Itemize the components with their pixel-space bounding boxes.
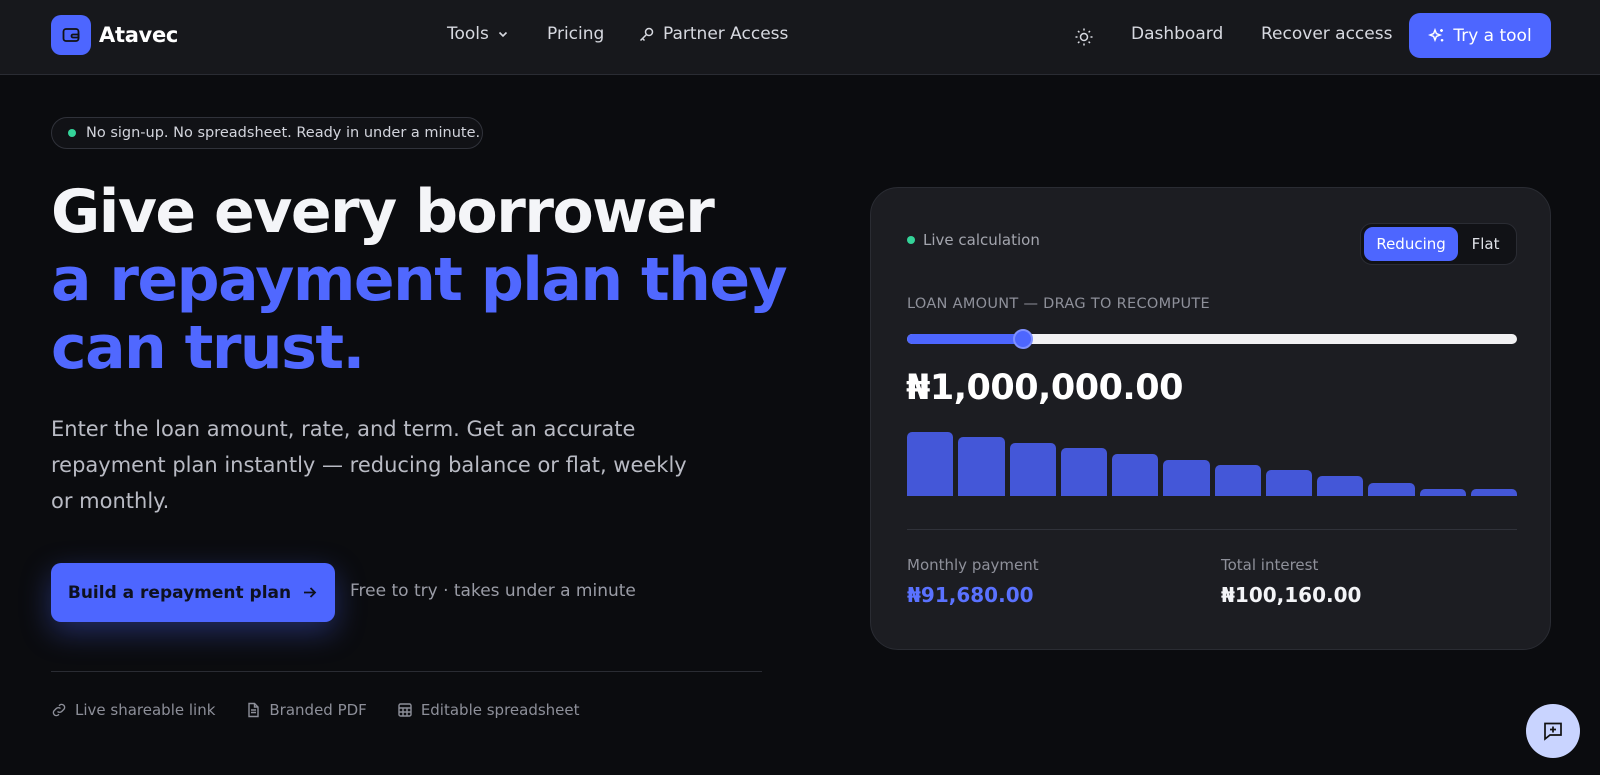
headline-line-3: can trust. [51,313,365,383]
status-dot [68,129,76,137]
repayment-bar [1214,464,1261,496]
repayment-bar [1009,442,1056,496]
repayment-bar [907,432,954,496]
feature-label: Editable spreadsheet [420,701,580,719]
nav-tools[interactable]: Tools [447,24,509,44]
live-indicator: Live calculation [907,231,1040,249]
nav-dashboard-label: Dashboard [1131,24,1224,44]
mode-flat-button[interactable]: Flat [1458,227,1513,261]
repayment-bar [1368,483,1415,496]
feature-label: Live shareable link [75,701,216,719]
mode-reducing-button[interactable]: Reducing [1364,227,1459,261]
repayment-bar [1317,476,1364,496]
sun-icon [1075,28,1093,46]
repayment-bar [1112,453,1159,496]
repayment-bar [1419,488,1466,496]
nav-dashboard[interactable]: Dashboard [1131,24,1223,44]
repayment-bar [1060,448,1107,496]
cta-note: Free to try · takes under a minute [350,581,636,601]
card-divider [907,529,1517,530]
live-label: Live calculation [923,231,1040,249]
loan-amount-label: LOAN AMOUNT — DRAG TO RECOMPUTE [907,296,1210,312]
brand-name: Atavec [99,23,179,47]
monthly-payment-value: ₦91,680.00 [907,583,1034,607]
theme-toggle[interactable] [1072,25,1096,49]
intro-pill-text: No sign-up. No spreadsheet. Ready in und… [86,125,481,141]
monthly-payment-label: Monthly payment [907,556,1039,574]
brand-logo[interactable]: Atavec [51,15,178,55]
feature-label: Branded PDF [269,701,367,719]
table-icon [398,703,412,717]
hero-subtext: Enter the loan amount, rate, and term. G… [51,417,687,513]
feature-spreadsheet: Editable spreadsheet [397,701,580,719]
repayment-bars [907,432,1517,496]
slider-thumb[interactable] [1012,329,1033,349]
feedback-button[interactable] [1526,704,1580,758]
repayment-bar [958,437,1005,496]
nav-recover-access[interactable]: Recover access [1261,24,1392,44]
loan-amount-slider[interactable] [907,329,1517,349]
wallet-icon [51,15,91,55]
sparkles-icon [1428,27,1444,42]
live-dot [907,236,915,244]
feature-branded-pdf: Branded PDF [245,701,367,719]
total-interest-value: ₦100,160.00 [1221,583,1362,607]
loan-amount-value: ₦1,000,000.00 [906,368,1183,408]
nav-pricing-label: Pricing [547,24,605,44]
slider-fill [907,334,1023,344]
nav-partner-access[interactable]: Partner Access [638,24,788,44]
chevron-down-icon [498,31,507,38]
nav-recover-label: Recover access [1261,24,1393,44]
message-plus-icon [1544,722,1562,741]
nav-pricing[interactable]: Pricing [547,24,604,44]
build-plan-label: Build a repayment plan [67,582,292,603]
key-icon [639,27,654,41]
top-nav: Atavec Tools Pricing Partner Access Dash… [0,0,1600,75]
arrow-right-icon [304,587,317,598]
nav-tools-label: Tools [447,24,489,44]
link-icon [52,703,66,717]
try-a-tool-label: Try a tool [1453,25,1532,46]
headline-line-2: a repayment plan they [51,245,788,315]
intro-pill: No sign-up. No spreadsheet. Ready in und… [51,117,483,149]
document-icon [248,702,260,718]
headline-line-1: Give every borrower [51,177,715,247]
nav-partner-label: Partner Access [663,24,789,44]
mode-toggle: Reducing Flat [1360,223,1517,265]
repayment-bar [1265,470,1312,496]
total-interest-label: Total interest [1221,556,1319,574]
hero-headline: Give every borrower a repayment plan the… [51,177,788,383]
repayment-bar [1163,459,1210,496]
divider [51,671,762,672]
repayment-bar [1470,488,1517,496]
build-plan-button[interactable]: Build a repayment plan [51,563,335,622]
feature-shareable-link: Live shareable link [51,701,215,719]
feature-list: Live shareable link Branded PDF Editable… [51,701,580,719]
try-a-tool-button[interactable]: Try a tool [1409,13,1551,58]
calculator-card: Live calculation Reducing Flat LOAN AMOU… [870,187,1551,650]
